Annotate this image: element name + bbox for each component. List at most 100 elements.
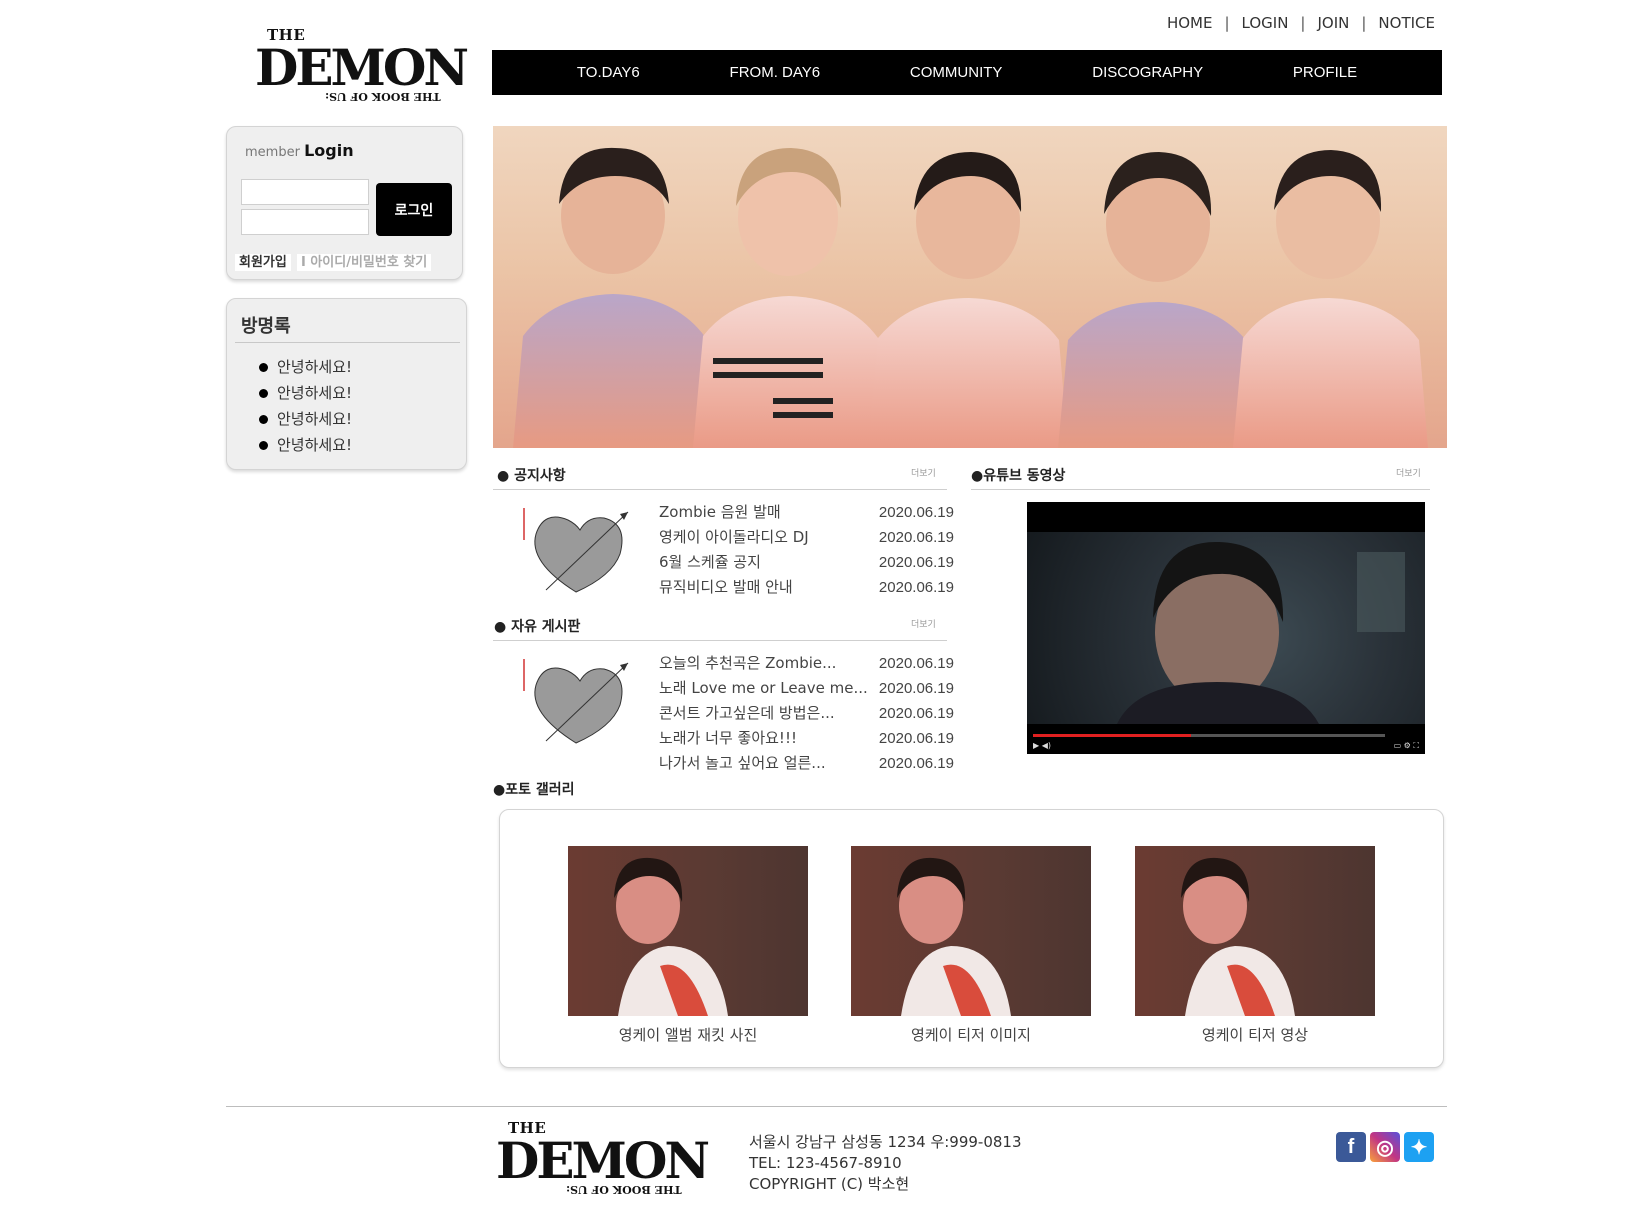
gallery-item[interactable]: 영케이 티저 이미지 xyxy=(851,846,1091,1045)
notice-more-link[interactable]: 더보기 xyxy=(911,466,936,479)
signup-link[interactable]: 회원가입 xyxy=(235,254,291,271)
footer-logo: THE DEMON THE BOOK OF US: xyxy=(496,1115,710,1196)
gallery-photo xyxy=(1135,846,1375,1016)
notice-post-row[interactable]: Zombie 음원 발매 2020.06.19 xyxy=(659,500,954,525)
user-id-input[interactable] xyxy=(241,179,369,205)
board-post-list: 오늘의 추천곡은 Zombie... 2020.06.19 노래 Love me … xyxy=(659,651,954,776)
main-nav-from-day6[interactable]: FROM. DAY6 xyxy=(730,64,821,81)
guestbook-item[interactable]: 안녕하세요! xyxy=(259,380,352,406)
settings-icon[interactable]: ▭ ⚙ ⛶ xyxy=(1394,741,1419,751)
youtube-more-link[interactable]: 더보기 xyxy=(1396,466,1421,479)
main-nav-discography[interactable]: DISCOGRAPHY xyxy=(1092,64,1203,81)
login-title-main: Login xyxy=(304,141,354,160)
social-links: f ◎ ✦ xyxy=(1336,1132,1434,1162)
board-post-row[interactable]: 콘서트 가고싶은데 방법은... 2020.06.19 xyxy=(659,701,954,726)
video-still-illustration xyxy=(1117,541,1405,724)
guestbook-item-text: 안녕하세요! xyxy=(277,436,353,454)
twitter-icon[interactable]: ✦ xyxy=(1404,1132,1434,1162)
post-date: 2020.06.19 xyxy=(878,705,954,722)
group-photo-illustration xyxy=(513,147,1428,448)
nav-separator: | xyxy=(1224,14,1230,32)
post-date: 2020.06.19 xyxy=(878,579,954,596)
post-date: 2020.06.19 xyxy=(878,529,954,546)
guestbook-item[interactable]: 안녕하세요! xyxy=(259,432,352,458)
gallery-item[interactable]: 영케이 앨범 재킷 사진 xyxy=(568,846,808,1045)
notice-post-row[interactable]: 뮤직비디오 발매 안내 2020.06.19 xyxy=(659,575,954,600)
gallery-item[interactable]: 영케이 티저 영상 xyxy=(1135,846,1375,1045)
play-icon[interactable]: ▶ ◀) xyxy=(1033,741,1051,751)
post-date: 2020.06.19 xyxy=(878,504,954,521)
board-section-title: ● 자유 게시판 xyxy=(494,619,581,635)
gallery-photo xyxy=(851,846,1091,1016)
youtube-section-title: ●유튜브 동영상 xyxy=(971,468,1066,484)
main-nav-community[interactable]: COMMUNITY xyxy=(910,64,1003,81)
post-date: 2020.06.19 xyxy=(878,554,954,571)
bullet-icon xyxy=(259,440,268,450)
post-title: 영케이 아이돌라디오 DJ xyxy=(659,528,809,546)
board-post-row[interactable]: 나가서 놀고 싶어요 얼른... 2020.06.19 xyxy=(659,751,954,776)
guestbook-item[interactable]: 안녕하세요! xyxy=(259,354,352,380)
video-frame xyxy=(1027,532,1425,724)
main-nav-bar: TO.DAY6 FROM. DAY6 COMMUNITY DISCOGRAPHY… xyxy=(492,50,1442,95)
main-banner-photo xyxy=(493,126,1447,448)
bullet-icon xyxy=(259,414,268,424)
guestbook-panel: 방명록 안녕하세요! 안녕하세요! 안녕하세요! 안녕하세요! xyxy=(226,298,467,470)
guestbook-title: 방명록 xyxy=(241,316,291,337)
guestbook-list: 안녕하세요! 안녕하세요! 안녕하세요! 안녕하세요! xyxy=(259,354,352,458)
gallery-section-title: ●포토 갤러리 xyxy=(493,782,575,798)
gallery-caption: 영케이 앨범 재킷 사진 xyxy=(618,1026,758,1044)
facebook-icon[interactable]: f xyxy=(1336,1132,1366,1162)
nav-separator: | xyxy=(1300,14,1306,32)
video-progress-bar[interactable] xyxy=(1033,734,1385,737)
logo-subtitle: THE BOOK OF US: xyxy=(566,1183,682,1196)
instagram-icon[interactable]: ◎ xyxy=(1370,1132,1400,1162)
member-login-panel: member Login 로그인 회원가입 I 아이디/비밀번호 찾기 xyxy=(226,126,463,280)
site-logo[interactable]: THE DEMON THE BOOK OF US: xyxy=(255,22,469,110)
board-post-row[interactable]: 노래가 너무 좋아요!!! 2020.06.19 xyxy=(659,726,954,751)
notice-section-title: ● 공지사항 xyxy=(497,468,566,484)
nav-home-link[interactable]: HOME xyxy=(1167,14,1213,32)
gallery-caption: 영케이 티저 이미지 xyxy=(911,1026,1031,1044)
nav-join-link[interactable]: JOIN xyxy=(1317,14,1349,32)
notice-post-row[interactable]: 6월 스케쥴 공지 2020.06.19 xyxy=(659,550,954,575)
post-date: 2020.06.19 xyxy=(878,655,954,672)
board-post-row[interactable]: 노래 Love me or Leave me... 2020.06.19 xyxy=(659,676,954,701)
main-nav-profile[interactable]: PROFILE xyxy=(1293,64,1357,81)
top-utility-nav: HOME | LOGIN | JOIN | NOTICE xyxy=(1167,14,1435,32)
footer-divider xyxy=(226,1106,1447,1107)
bullet-icon xyxy=(259,362,268,372)
find-account-link[interactable]: I 아이디/비밀번호 찾기 xyxy=(296,254,432,271)
guestbook-item-text: 안녕하세요! xyxy=(277,384,353,402)
post-date: 2020.06.19 xyxy=(878,730,954,747)
footer-tel: TEL: 123-4567-8910 xyxy=(749,1154,902,1172)
youtube-divider xyxy=(971,489,1430,490)
bullet-icon xyxy=(259,388,268,398)
nav-notice-link[interactable]: NOTICE xyxy=(1378,14,1435,32)
login-title-prefix: member xyxy=(245,145,300,160)
logo-word: DEMON xyxy=(496,1131,710,1190)
post-date: 2020.06.19 xyxy=(878,680,954,697)
password-input[interactable] xyxy=(241,209,369,235)
login-links: 회원가입 I 아이디/비밀번호 찾기 xyxy=(235,251,432,271)
youtube-video-player[interactable]: ▶ ◀) ▭ ⚙ ⛶ xyxy=(1027,502,1425,754)
photo-gallery-panel: 영케이 앨범 재킷 사진 영케이 티저 이미지 영케이 티저 영상 xyxy=(499,809,1444,1068)
board-divider xyxy=(493,640,947,641)
board-post-row[interactable]: 오늘의 추천곡은 Zombie... 2020.06.19 xyxy=(659,651,954,676)
nav-login-link[interactable]: LOGIN xyxy=(1242,14,1289,32)
footer-info: 서울시 강남구 삼성동 1234 우:999-0813 TEL: 123-456… xyxy=(749,1132,1022,1195)
video-progress-fill xyxy=(1033,734,1192,737)
gallery-caption: 영케이 티저 영상 xyxy=(1201,1026,1309,1044)
guestbook-item-text: 안녕하세요! xyxy=(277,410,353,428)
notice-post-row[interactable]: 영케이 아이돌라디오 DJ 2020.06.19 xyxy=(659,525,954,550)
main-nav-today6[interactable]: TO.DAY6 xyxy=(577,64,640,81)
heart-thumbnail-image xyxy=(523,659,629,744)
post-title: 노래 Love me or Leave me... xyxy=(659,679,868,697)
board-more-link[interactable]: 더보기 xyxy=(911,617,936,630)
footer-address: 서울시 강남구 삼성동 1234 우:999-0813 xyxy=(749,1133,1022,1151)
guestbook-item[interactable]: 안녕하세요! xyxy=(259,406,352,432)
post-title: 6월 스케쥴 공지 xyxy=(659,553,761,571)
nav-separator: | xyxy=(1361,14,1367,32)
notice-post-list: Zombie 음원 발매 2020.06.19 영케이 아이돌라디오 DJ 2020… xyxy=(659,500,954,600)
post-title: Zombie 음원 발매 xyxy=(659,503,781,521)
login-button[interactable]: 로그인 xyxy=(376,183,452,236)
